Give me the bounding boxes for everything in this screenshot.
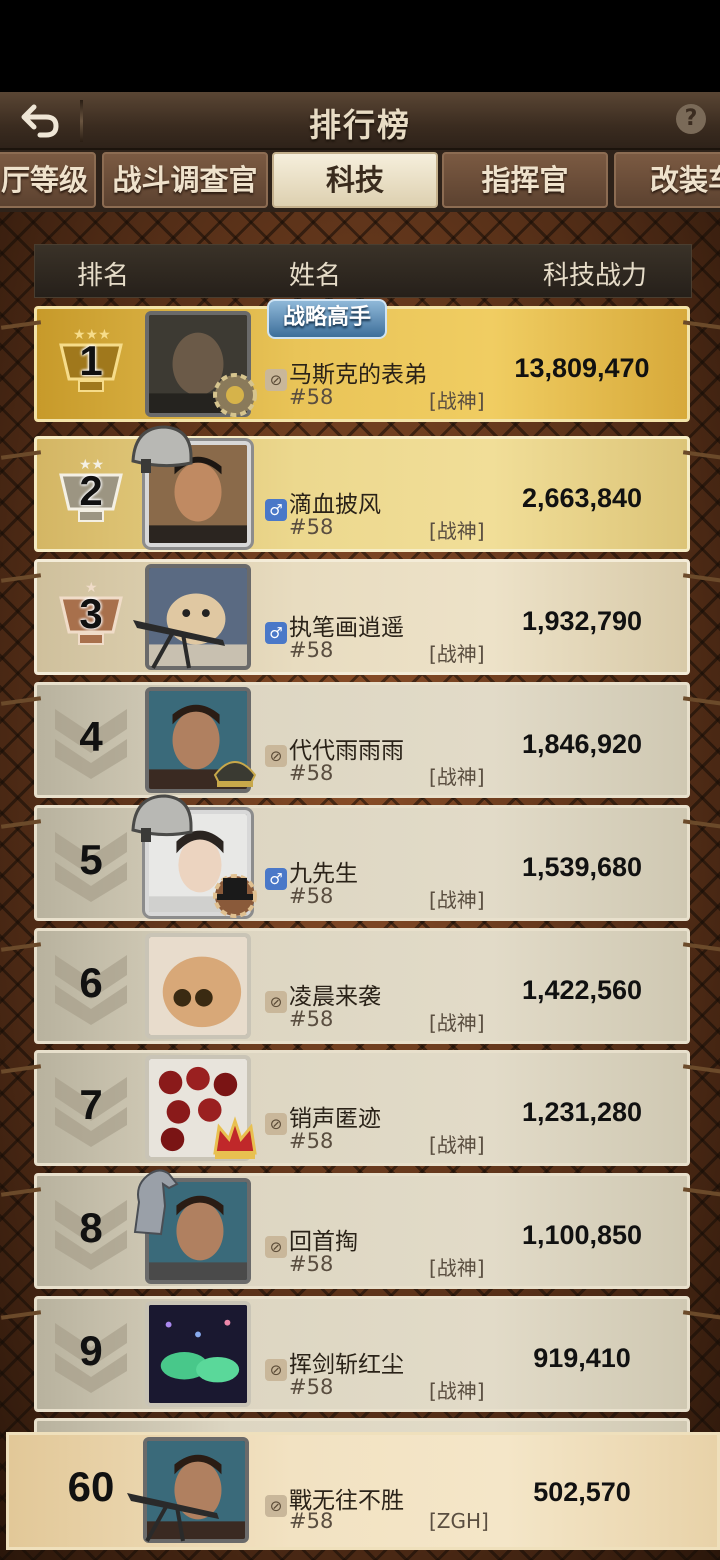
server-id: #58 [289,1129,334,1153]
tech-power-value: 919,410 [533,1343,631,1373]
rank-chevron: 4 [37,685,145,795]
tech-power-value: 1,100,850 [521,1220,643,1250]
rank-chevron: 6 [37,931,145,1041]
helmet-icon [131,794,193,842]
server-id: #58 [289,638,334,662]
status-bar-area [0,0,720,92]
tab-bar: 厅等级 战斗调查官 科技 指挥官 改装车 [0,150,720,212]
alliance-tag: [战神] [429,642,485,666]
alliance-tag: [战神] [429,389,485,413]
player-name: ⊘ 挥剑斩红尘 [265,1345,404,1381]
crown-icon [213,1116,257,1159]
ranking-row[interactable]: 7 ⊘ 销声匿迹 #58 [战神] 1,231,280 [0,1050,720,1166]
ranking-row[interactable]: ★★★ 1 战略高手 ⊘ 马斯克的表弟 #58 [战神] 13,809,470 [0,299,720,422]
gender-hidden-icon: ⊘ [265,1236,287,1258]
gear-emblem-icon [213,373,257,417]
alliance-tag: [战神] [429,1011,485,1035]
tech-power-value: 502,570 [533,1477,631,1507]
gender-hidden-icon: ⊘ [265,1495,287,1517]
tech-power-value: 13,809,470 [514,353,650,383]
ranking-row[interactable]: 9 ⊘ 挥剑斩红尘 #58 [战神] 919,410 [0,1296,720,1412]
gender-hidden-icon: ⊘ [265,745,287,767]
page-title: 排行榜 [308,106,411,144]
server-id: #58 [289,515,334,539]
ranking-row[interactable]: ★★ 2 ♂ 滴血披风 #58 [战神] 2,663,840 [0,425,720,552]
my-rank-row[interactable]: 60 ⊘ 戰无往不胜 #58 [ZGH] 502,570 [6,1432,720,1550]
ranking-row[interactable]: 8 ⊘ 回首掏 #58 [战神] 1,100,850 [0,1169,720,1289]
rank-chevron: 7 [37,1053,145,1163]
server-id: #58 [289,1252,334,1276]
gender-male-icon: ♂ [265,868,287,890]
rank-chevron: 9 [37,1299,145,1409]
helmet-icon [131,425,193,473]
ranking-row[interactable]: 4 ⊘ 代代雨雨雨 #58 [战神] 1,846,920 [0,682,720,798]
tab-technology[interactable]: 科技 [272,152,438,208]
tech-power-value: 2,663,840 [521,483,643,513]
avatar[interactable] [145,1301,251,1407]
gender-hidden-icon: ⊘ [265,1113,287,1135]
alliance-tag: [战神] [429,1256,485,1280]
column-header: 排名 姓名 科技战力 [34,244,692,298]
tab-hall-level[interactable]: 厅等级 [0,152,96,208]
alliance-tag: [战神] [429,1379,485,1403]
help-button[interactable]: ? [676,104,706,134]
ranking-row[interactable]: 5 ♂ 九先生 #58 [战神] 1,539,680 [0,794,720,921]
horse-statue-icon [133,1169,179,1236]
ranking-row[interactable]: 6 ⊘ 凌晨来袭 #58 [战神] 1,422,560 [0,928,720,1044]
rank-medal: ★ 3 [37,562,145,672]
server-id: #58 [289,385,334,409]
alliance-tag: [ZGH] [429,1509,489,1533]
tech-power-value: 1,231,280 [521,1097,643,1127]
player-name: ⊘ 代代雨雨雨 [265,731,404,767]
avatar[interactable] [145,933,251,1039]
title-bar: 排行榜 ? [0,92,720,150]
gender-hidden-icon: ⊘ [265,369,287,391]
machine-gun-icon [133,620,225,669]
column-rank: 排名 [77,261,130,291]
ranking-row[interactable]: ★ 3 ♂ 执笔画逍遥 #58 [战神] 1,932,790 [0,559,720,675]
officer-cap-icon [213,761,257,787]
gender-male-icon: ♂ [265,499,287,521]
player-name: ♂ 执笔画逍遥 [265,608,404,644]
column-tech-power: 科技战力 [543,261,648,291]
tech-power-value: 1,422,560 [521,975,643,1005]
machine-gun-icon [127,1493,219,1542]
tech-power-value: 1,846,920 [521,729,643,759]
column-name: 姓名 [289,261,342,291]
tech-power-value: 1,539,680 [521,852,643,882]
tab-battle-investigator[interactable]: 战斗调查官 [102,152,268,208]
top-hat-gear-icon [213,874,257,918]
alliance-tag: [战神] [429,519,485,543]
server-id: #58 [289,761,334,785]
alliance-tag: [战神] [429,765,485,789]
gender-hidden-icon: ⊘ [265,1359,287,1381]
tech-power-value: 1,932,790 [521,606,643,636]
strategist-title-badge: 战略高手 [267,299,388,339]
server-id: #58 [289,884,334,908]
player-name: ⊘ 戰无往不胜 [265,1481,404,1517]
server-id: #58 [289,1007,334,1031]
tab-commander[interactable]: 指挥官 [442,152,608,208]
gender-hidden-icon: ⊘ [265,991,287,1013]
server-id: #58 [289,1509,334,1533]
alliance-tag: [战神] [429,1133,485,1157]
server-id: #58 [289,1375,334,1399]
alliance-tag: [战神] [429,888,485,912]
rank-medal: ★★★ 1 [37,309,145,419]
tab-modified-vehicle[interactable]: 改装车 [614,152,720,208]
gender-male-icon: ♂ [265,622,287,644]
